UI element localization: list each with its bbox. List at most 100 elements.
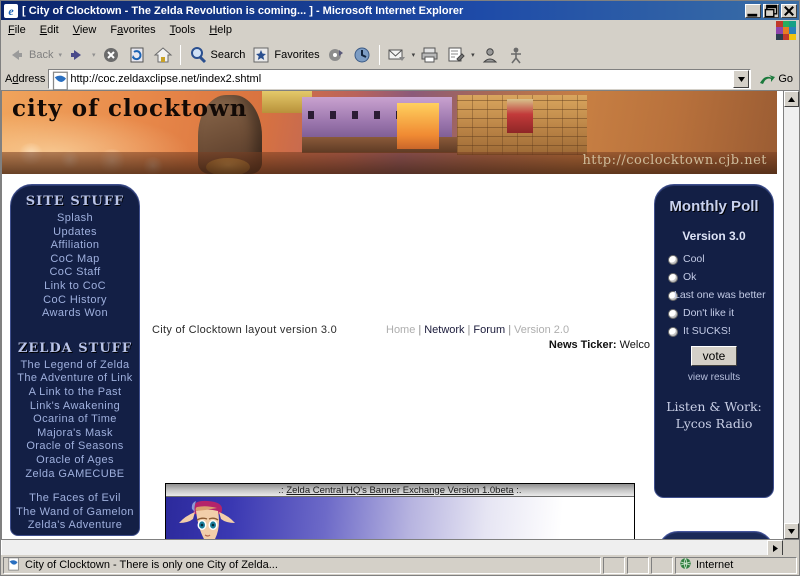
home-button[interactable] [150, 43, 176, 66]
favorites-button[interactable]: Favorites [248, 43, 322, 66]
media-button[interactable] [323, 43, 349, 66]
address-input[interactable]: http://coc.zeldaxclipse.net/index2.shtml [48, 69, 752, 91]
radio-icon[interactable] [668, 309, 678, 319]
poll-option-dont-like-it[interactable]: Don't like it [655, 307, 773, 319]
sidebar-panel: SITE STUFF Splash Updates Affiliation Co… [10, 184, 140, 536]
sidebar-item-splash[interactable]: Splash [11, 212, 139, 226]
banner-exchange-link[interactable]: .: Zelda Central HQ's Banner Exchange Ve… [278, 485, 521, 496]
horizontal-scroll-track[interactable] [1, 540, 767, 555]
edit-dropdown-icon[interactable]: ▾ [469, 51, 477, 59]
sidebar-item-oracle-of-seasons[interactable]: Oracle of Seasons [11, 440, 139, 454]
print-button[interactable] [417, 43, 443, 66]
menu-bar: File Edit View Favorites Tools Help [1, 20, 799, 41]
go-label: Go [778, 73, 793, 85]
page-horizontal-scrollbar[interactable] [1, 539, 799, 556]
mail-dropdown-icon[interactable]: ▾ [410, 51, 418, 59]
back-button[interactable]: Back [3, 43, 56, 66]
stop-button[interactable] [98, 43, 124, 66]
window-controls [745, 3, 797, 18]
nav-separator: | [508, 324, 512, 336]
nav-version-2[interactable]: Version 2.0 [514, 324, 569, 336]
history-button[interactable] [349, 43, 375, 66]
sidebar-item-coc-history[interactable]: CoC History [11, 294, 139, 308]
news-ticker-label: News Ticker: [548, 339, 617, 351]
address-url-text[interactable]: http://coc.zeldaxclipse.net/index2.shtml [70, 73, 733, 85]
sidebar-item-updates[interactable]: Updates [11, 226, 139, 240]
sidebar-item-link-to-coc[interactable]: Link to CoC [11, 280, 139, 294]
sidebar-item-wand-of-gamelon[interactable]: The Wand of Gamelon [11, 506, 139, 520]
security-zone-cell[interactable]: Internet [675, 556, 797, 574]
forward-dropdown-icon[interactable]: ▾ [90, 51, 98, 59]
sidebar-item-links-awakening[interactable]: Link's Awakening [11, 400, 139, 414]
sidebar-item-affiliation[interactable]: Affiliation [11, 239, 139, 253]
nav-forum[interactable]: Forum [473, 324, 505, 336]
nav-home[interactable]: Home [386, 324, 415, 336]
sidebar-item-legend-of-zelda[interactable]: The Legend of Zelda [11, 359, 139, 373]
windows-flag-icon [776, 21, 796, 40]
sidebar-heading-zelda-stuff: ZELDA STUFF [17, 340, 133, 356]
forward-button[interactable] [64, 43, 90, 66]
ie-document-icon [7, 557, 21, 573]
menu-tools[interactable]: Tools [163, 22, 203, 38]
messenger-button[interactable] [503, 43, 529, 66]
scroll-up-button[interactable] [784, 91, 799, 107]
go-button[interactable]: Go [754, 69, 797, 89]
favorites-label: Favorites [274, 48, 320, 61]
sidebar-item-zeldas-adventure[interactable]: Zelda's Adventure [11, 519, 139, 533]
view-results-link[interactable]: view results [655, 372, 773, 383]
ie-document-icon [51, 71, 69, 91]
sidebar-item-adventure-of-link[interactable]: The Adventure of Link [11, 372, 139, 386]
poll-option-it-sucks[interactable]: It SUCKS! [655, 325, 773, 337]
radio-icon[interactable] [668, 327, 678, 337]
sidebar-item-awards-won[interactable]: Awards Won [11, 307, 139, 321]
back-dropdown-icon[interactable]: ▾ [56, 51, 64, 59]
close-button[interactable] [781, 3, 797, 18]
lycos-radio-block[interactable]: Listen & Work: Lycos Radio [655, 398, 773, 432]
refresh-button[interactable] [124, 43, 150, 66]
page-viewport: city of clocktown http://coclocktown.cjb… [1, 90, 799, 539]
menu-view[interactable]: View [66, 22, 104, 38]
sidebar-item-majoras-mask[interactable]: Majora's Mask [11, 427, 139, 441]
sidebar-item-coc-staff[interactable]: CoC Staff [11, 266, 139, 280]
menu-file[interactable]: File [1, 22, 33, 38]
banner-ad[interactable]: z64planet.com [166, 497, 634, 539]
menu-help[interactable]: Help [202, 22, 239, 38]
minimize-button[interactable] [745, 3, 761, 18]
poll-option-cool[interactable]: Cool [655, 253, 773, 265]
sidebar-item-coc-map[interactable]: CoC Map [11, 253, 139, 267]
menu-favorites[interactable]: Favorites [103, 22, 162, 38]
poll-option-ok[interactable]: Ok [655, 271, 773, 283]
sidebar-item-ocarina-of-time[interactable]: Ocarina of Time [11, 413, 139, 427]
poll-option-label: Ok [683, 271, 697, 283]
scroll-right-button[interactable] [767, 540, 783, 556]
vote-button-wrap: vote [655, 346, 773, 366]
scroll-down-button[interactable] [784, 523, 799, 539]
radio-icon[interactable] [668, 255, 678, 265]
sidebar-item-faces-of-evil[interactable]: The Faces of Evil [11, 492, 139, 506]
sidebar-item-oracle-of-ages[interactable]: Oracle of Ages [11, 454, 139, 468]
news-ticker: News Ticker: Welco [388, 339, 650, 351]
sidebar-item-zelda-gamecube[interactable]: Zelda GAMECUBE [11, 468, 139, 482]
sidebar-item-link-to-the-past[interactable]: A Link to the Past [11, 386, 139, 400]
vote-button[interactable]: vote [690, 346, 738, 366]
bx-link-text: Zelda Central HQ's Banner Exchange Versi… [286, 484, 514, 496]
banner-glow-pillar [397, 103, 439, 149]
restore-button[interactable] [763, 3, 779, 18]
site-banner[interactable]: city of clocktown http://coclocktown.cjb… [2, 91, 777, 174]
security-zone-label: Internet [696, 559, 734, 571]
layout-version-text: City of Clocktown layout version 3.0 [152, 324, 338, 336]
radio-icon[interactable] [668, 273, 678, 283]
monthly-poll-panel: Monthly Poll Version 3.0 Cool Ok Last on… [654, 184, 774, 498]
poll-option-label: Cool [683, 253, 705, 265]
discuss-button[interactable] [477, 43, 503, 66]
poll-option-last-one-was-better[interactable]: Last one was better [655, 289, 773, 301]
mail-button[interactable] [384, 43, 410, 66]
edit-button[interactable] [443, 43, 469, 66]
address-dropdown-button[interactable] [733, 70, 750, 88]
nav-network[interactable]: Network [424, 324, 464, 336]
vertical-scroll-track[interactable] [784, 107, 799, 523]
banner-site-title: city of clocktown [12, 95, 248, 122]
search-button[interactable]: Search [185, 43, 249, 66]
menu-edit[interactable]: Edit [33, 22, 66, 38]
page-vertical-scrollbar[interactable] [783, 91, 799, 539]
